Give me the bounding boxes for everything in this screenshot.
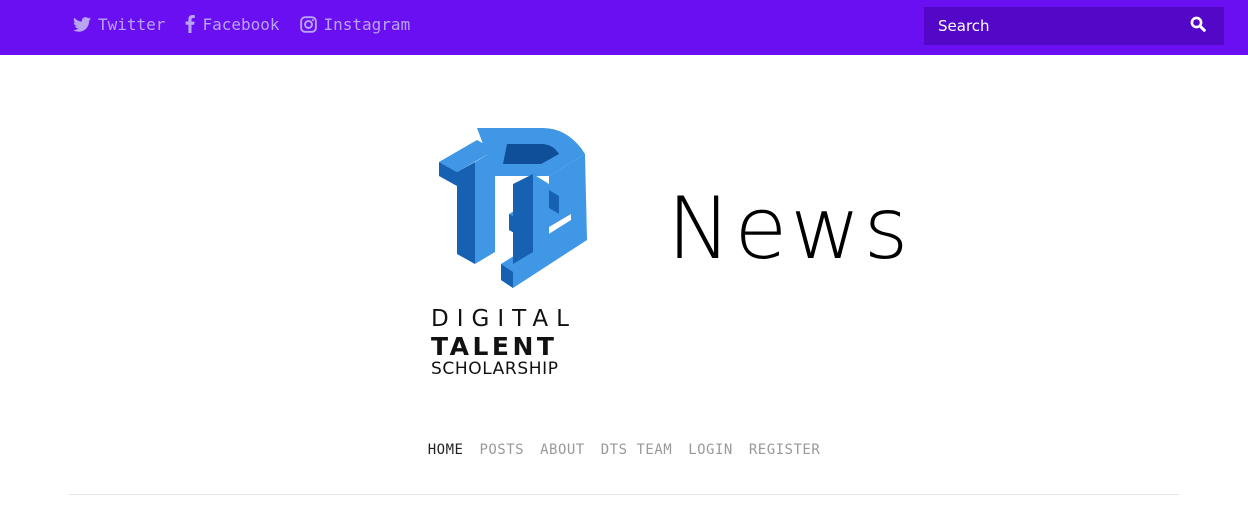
search-icon [1190,16,1206,36]
social-links: Twitter Facebook Instagram [73,13,410,35]
facebook-link[interactable]: Facebook [185,14,280,34]
logo-line-talent: TALENT [431,332,558,361]
site-title-news: News [667,179,912,279]
facebook-label: Facebook [202,14,280,34]
dts-logo-mark-icon[interactable] [437,124,591,300]
logo-line-digital: DIGITAL [431,306,577,332]
instagram-link[interactable]: Instagram [299,14,411,34]
nav-item-posts[interactable]: POSTS [479,442,524,458]
top-bar: Twitter Facebook Instagram [0,0,1248,55]
twitter-icon [73,16,91,32]
nav-item-dts-team[interactable]: DTS TEAM [601,442,672,458]
nav-item-about[interactable]: ABOUT [540,442,585,458]
twitter-link[interactable]: Twitter [73,15,165,34]
instagram-icon [299,15,317,33]
header-divider [69,494,1179,495]
search-form [924,7,1224,45]
nav-item-register[interactable]: REGISTER [749,442,820,458]
site-branding: DIGITAL TALENT SCHOLARSHIP News [431,122,908,384]
search-button[interactable] [1172,7,1224,45]
logo-wordmark: DIGITAL TALENT SCHOLARSHIP [431,308,601,378]
nav-item-login[interactable]: LOGIN [688,442,733,458]
nav-item-home[interactable]: HOME [428,442,464,458]
facebook-icon [185,15,196,33]
search-input[interactable] [924,7,1172,45]
instagram-label: Instagram [323,14,411,34]
main-navigation: HOME POSTS ABOUT DTS TEAM LOGIN REGISTER [0,442,1248,458]
twitter-label: Twitter [98,14,166,34]
logo-line-scholarship: SCHOLARSHIP [431,359,559,379]
